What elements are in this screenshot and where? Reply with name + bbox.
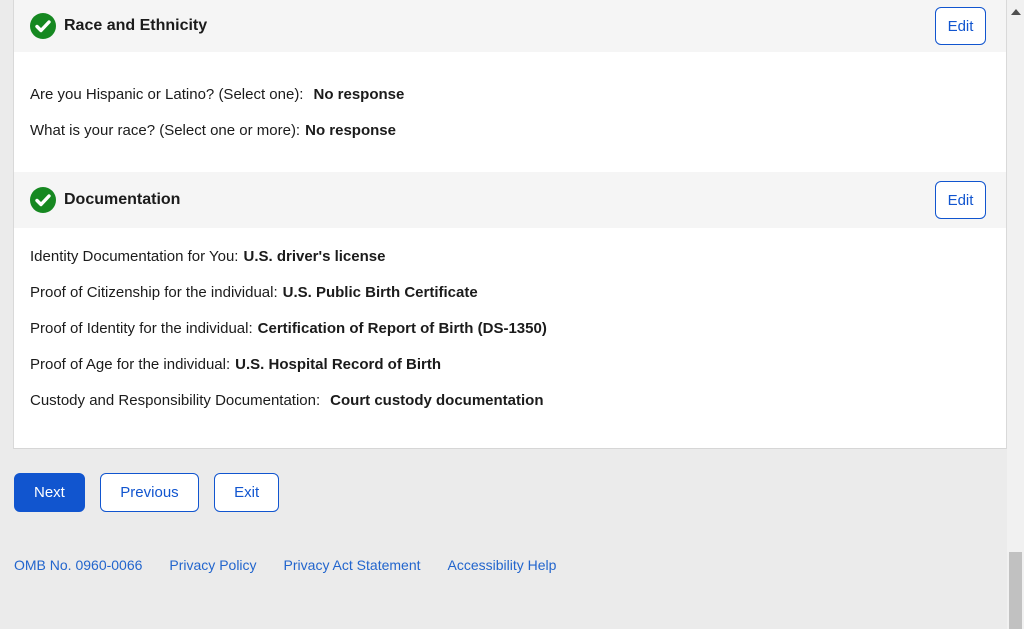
page: Race and Ethnicity Edit Are you Hispanic… [0, 0, 1024, 629]
scroll-up-arrow-icon[interactable] [1011, 9, 1021, 15]
section-title: Documentation [64, 191, 180, 209]
section-body-race-ethnicity: Are you Hispanic or Latino? (Select one)… [14, 52, 1006, 172]
review-row: Are you Hispanic or Latino? (Select one)… [30, 85, 986, 105]
review-row: Proof of Identity for the individual: Cer… [30, 319, 986, 339]
review-row: What is your race? (Select one or more):… [30, 121, 986, 141]
footer: OMB No. 0960-0066 Privacy Policy Privacy… [14, 557, 1007, 573]
review-row: Proof of Citizenship for the individual:… [30, 283, 986, 303]
question-label: Identity Documentation for You: [30, 248, 238, 265]
omb-number-link[interactable]: OMB No. 0960-0066 [14, 557, 142, 573]
answer-value: Certification of Report of Birth (DS-135… [258, 320, 547, 337]
answer-value: Court custody documentation [330, 392, 543, 409]
privacy-act-statement-link[interactable]: Privacy Act Statement [284, 557, 421, 573]
question-label: Are you Hispanic or Latino? (Select one)… [30, 86, 303, 103]
review-row: Identity Documentation for You: U.S. driv… [30, 247, 986, 267]
section-header-documentation: Documentation Edit [14, 172, 1006, 228]
edit-documentation-button[interactable]: Edit [935, 181, 986, 219]
success-check-icon [30, 13, 56, 39]
answer-value: No response [313, 86, 404, 103]
scrollbar[interactable] [1007, 0, 1024, 629]
success-check-icon [30, 187, 56, 213]
scrollbar-thumb[interactable] [1009, 552, 1022, 629]
next-button[interactable]: Next [14, 473, 85, 512]
section-body-documentation: Identity Documentation for You: U.S. driv… [14, 228, 1006, 448]
question-label: What is your race? (Select one or more): [30, 122, 300, 139]
previous-button[interactable]: Previous [100, 473, 198, 512]
review-card: Race and Ethnicity Edit Are you Hispanic… [13, 0, 1007, 449]
exit-button[interactable]: Exit [214, 473, 279, 512]
section-header-race-ethnicity: Race and Ethnicity Edit [14, 0, 1006, 52]
content-column: Race and Ethnicity Edit Are you Hispanic… [13, 0, 1007, 573]
question-label: Proof of Age for the individual: [30, 356, 230, 373]
question-label: Proof of Identity for the individual: [30, 320, 253, 337]
nav-buttons: Next Previous Exit [14, 473, 1007, 512]
privacy-policy-link[interactable]: Privacy Policy [169, 557, 256, 573]
question-label: Proof of Citizenship for the individual: [30, 284, 278, 301]
edit-race-ethnicity-button[interactable]: Edit [935, 7, 986, 45]
answer-value: No response [305, 122, 396, 139]
question-label: Custody and Responsibility Documentation… [30, 392, 320, 409]
review-row: Custody and Responsibility Documentation… [30, 391, 986, 411]
accessibility-help-link[interactable]: Accessibility Help [448, 557, 557, 573]
section-title: Race and Ethnicity [64, 17, 207, 35]
answer-value: U.S. driver's license [243, 248, 385, 265]
answer-value: U.S. Public Birth Certificate [283, 284, 478, 301]
answer-value: U.S. Hospital Record of Birth [235, 356, 441, 373]
review-row: Proof of Age for the individual: U.S. Hos… [30, 355, 986, 375]
